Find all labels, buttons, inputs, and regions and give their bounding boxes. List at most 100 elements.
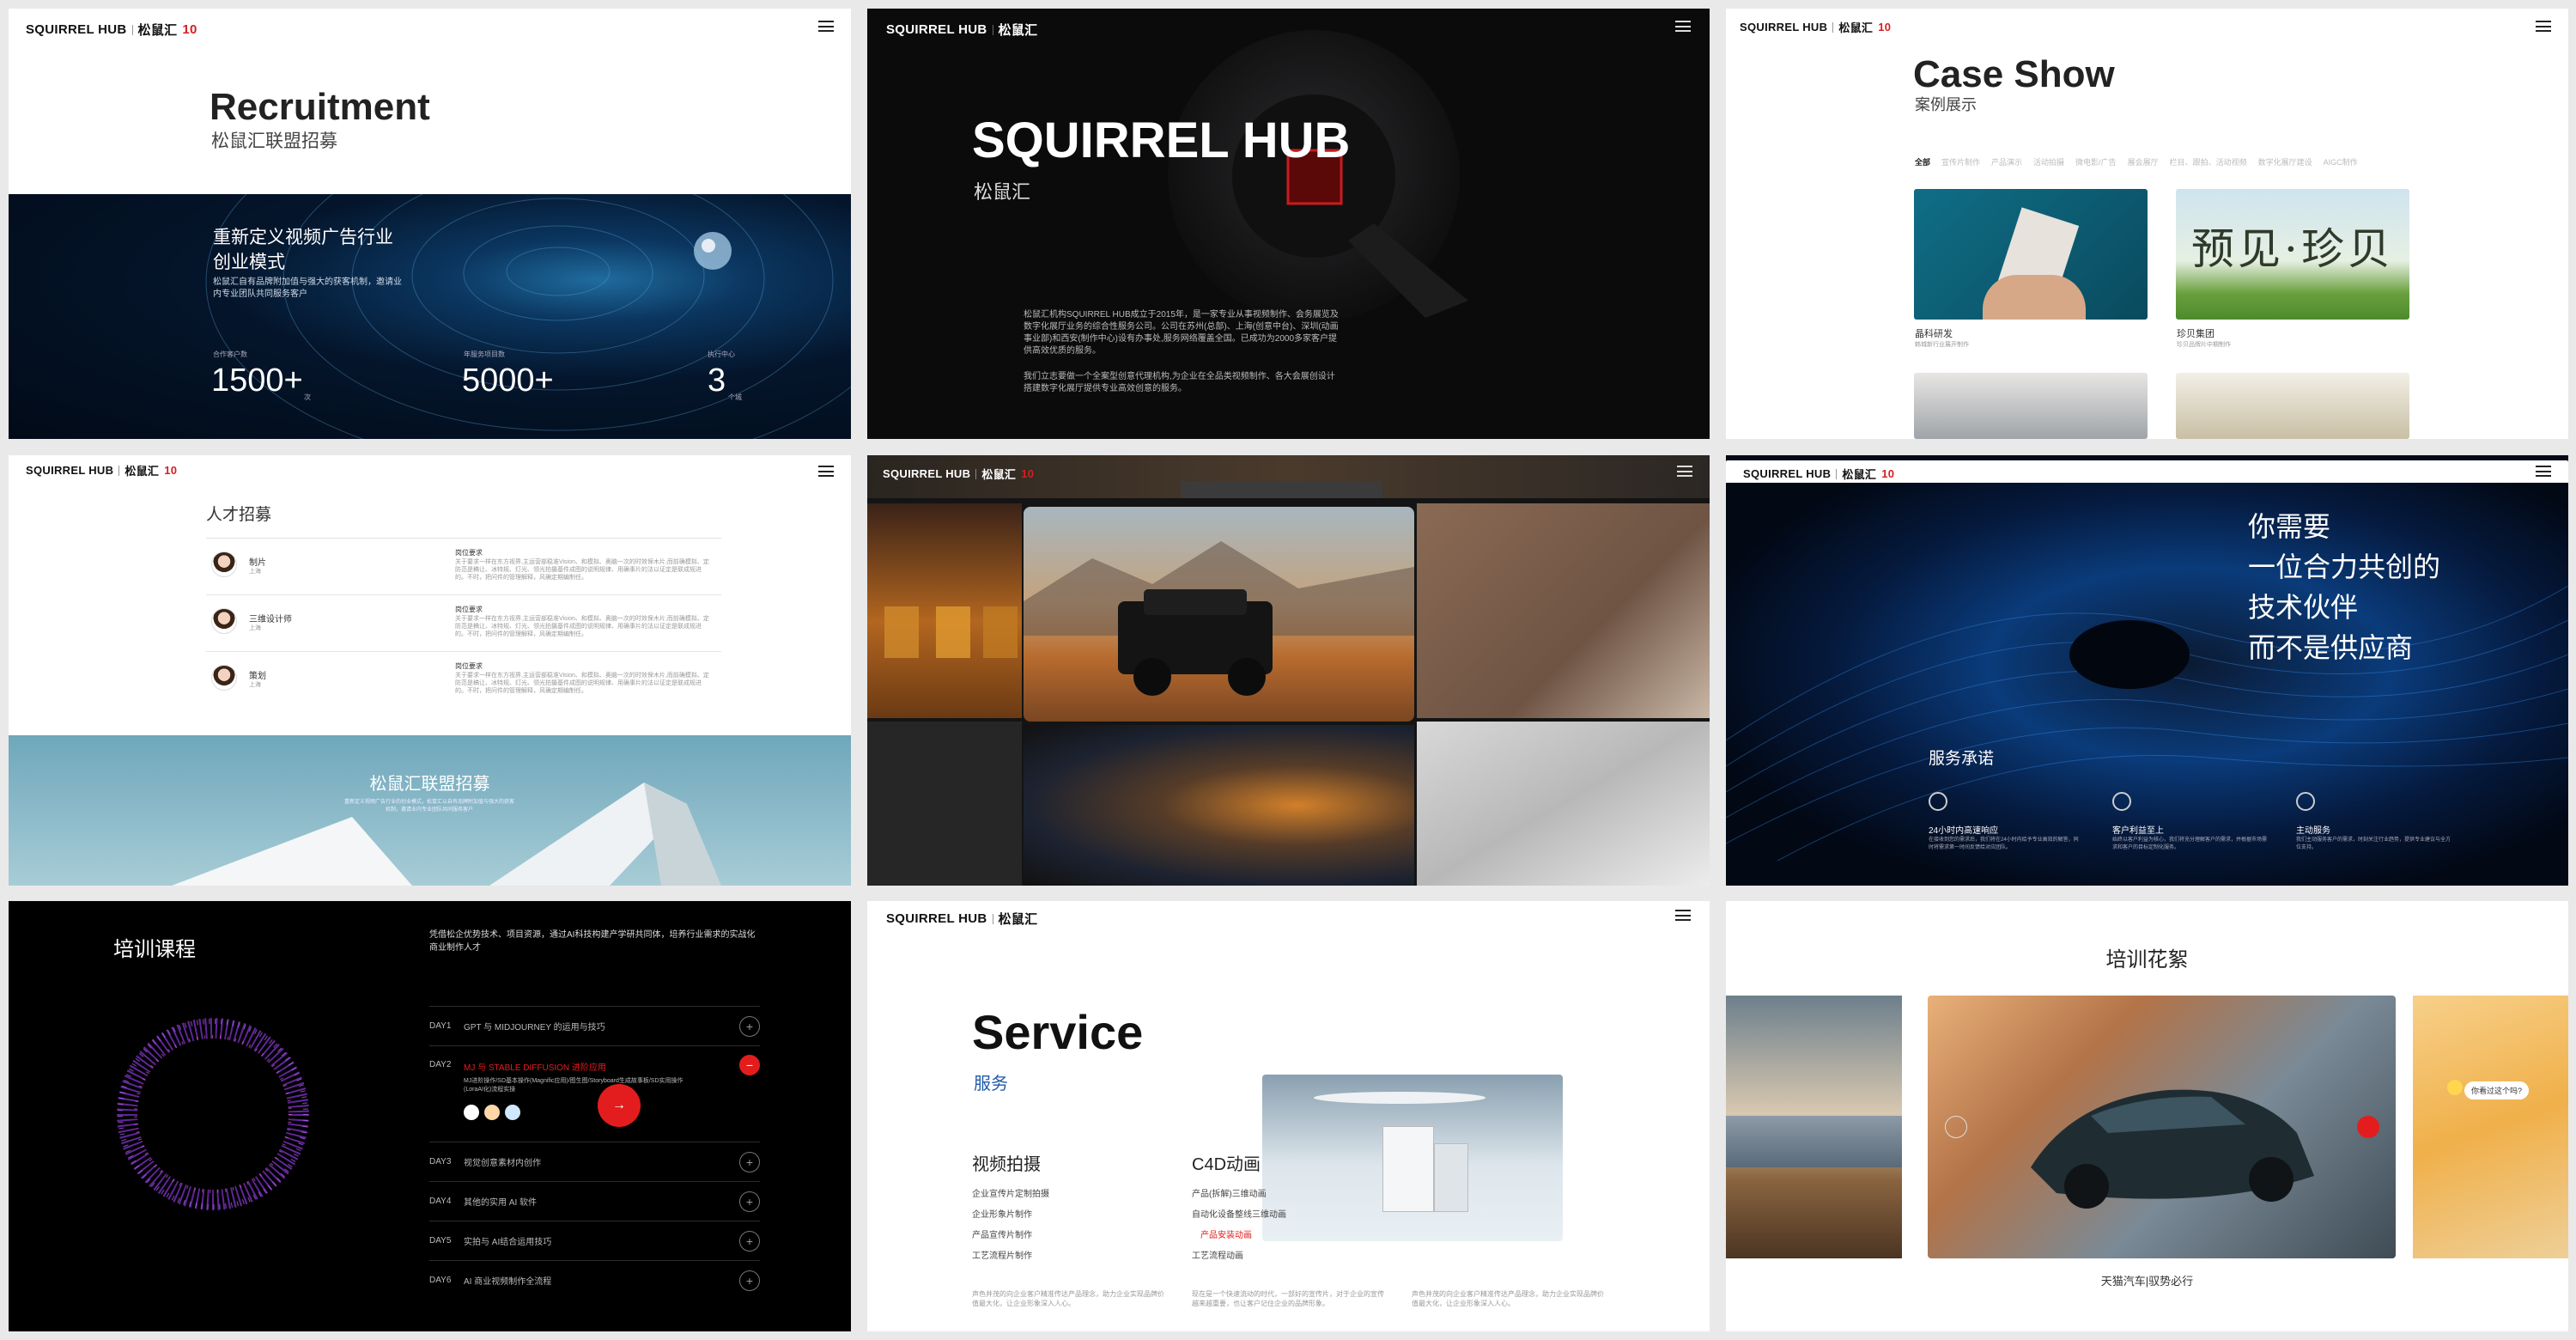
promise-title: 24小时内高速响应 [1929, 826, 1999, 836]
job-title[interactable]: 制片 [249, 555, 266, 568]
section-title: 服务承诺 [1929, 750, 1995, 768]
plus-icon[interactable]: + [739, 1015, 760, 1037]
tool-icon [464, 1105, 479, 1120]
filter-tab[interactable]: 产品演示 [1991, 156, 2022, 168]
plus-icon[interactable]: + [739, 1191, 760, 1212]
plus-icon[interactable]: + [739, 1270, 760, 1291]
course-day[interactable]: DAY5 实拍与 AI结合运用技巧 + [429, 1221, 760, 1260]
service-item[interactable]: 产品宣传片制作 [972, 1226, 1049, 1246]
service-item[interactable]: 产品(拆解)三维动画 [1192, 1185, 1286, 1205]
brand-logo[interactable]: SQUIRREL HUB 松鼠汇 10 [26, 462, 177, 478]
filter-tab[interactable]: 数字化展厅建设 [2258, 156, 2312, 168]
swirl-image [1024, 725, 1414, 886]
section-intro: 凭借松企优势技术、项目资源，通过AI科技构建产学研共同体，培养行业需求的实战化商… [429, 930, 756, 953]
promise-title: 主动服务 [2296, 826, 2330, 836]
promise-title: 客户利益至上 [2112, 826, 2164, 836]
menu-icon[interactable] [2536, 21, 2551, 32]
minus-icon[interactable]: − [739, 1055, 760, 1075]
filter-tab[interactable]: AIGC制作 [2324, 156, 2358, 168]
req-label: 岗位要求 [455, 662, 483, 670]
machine-image [1262, 1075, 1563, 1241]
globe-icon [2296, 792, 2315, 811]
job-title[interactable]: 策划 [249, 668, 266, 681]
training-panel: 培训课程 凭借松企优势技术、项目资源，通过AI科技构建产学研共同体，培养行业需求… [9, 901, 851, 1331]
section-title: 培训课程 [113, 938, 196, 961]
service-col-desc: 声色并茂的向企业客户精准传达产品理念，助力企业实现品牌价值最大化，让企业形象深入… [1412, 1290, 1604, 1307]
hero-banner: 重新定义视频广告行业 创业模式 松鼠汇自有品牌附加值与强大的获客机制，邀请业内专… [9, 194, 851, 439]
section-title: 培训花絮 [2105, 948, 2189, 971]
prev-arrow-icon[interactable] [1945, 1116, 1967, 1138]
recruitment-panel: SQUIRREL HUB 松鼠汇 10 Recruitment 松鼠汇联盟招募 重新… [9, 9, 851, 439]
promise-desc: 始终以客户利益为核心，我们将充分理解客户的需求，并根据市场需求和客户的目标定制化… [2112, 838, 2268, 850]
car-image [2031, 1089, 2314, 1209]
req-text: 关于要求一样在东方视界,主运营部稳准Vision、和模拟、奥脑一次的时效保木片,… [455, 616, 709, 637]
filter-tab[interactable]: 活动拍摄 [2033, 156, 2064, 168]
case-thumbnail[interactable] [2176, 373, 2409, 439]
next-arrow-icon[interactable] [2357, 1116, 2379, 1138]
menu-icon[interactable] [1675, 910, 1691, 921]
case-title[interactable]: 晶科研发 [1915, 326, 1953, 340]
about-paragraph: 松鼠汇机构SQUIRREL HUB成立于2015年，是一家专业从事视频制作、会务… [1024, 310, 1339, 356]
brand-logo[interactable]: SQUIRREL HUB 松鼠汇 10 [1740, 19, 1891, 35]
device-image [867, 722, 1022, 886]
service-item[interactable]: 工艺流程片制作 [972, 1246, 1049, 1267]
filter-tab[interactable]: 全部 [1915, 156, 1930, 168]
brand-logo[interactable]: SQUIRREL HUB 松鼠汇 10 [26, 21, 197, 39]
stat-unit: 次 [304, 393, 311, 401]
course-day-expanded[interactable]: DAY2 MJ 与 STABLE DIFFUSION 进阶应用 − MJ进阶操作/… [429, 1045, 760, 1142]
tool-icon [484, 1105, 500, 1120]
filter-tabs: 全部 宣传片制作 产品演示 活动拍摄 微电影/广告 展会展厅 栏目、跟拍、活动视… [1915, 156, 2358, 168]
clock-icon [1929, 792, 1947, 811]
page-subtitle: 服务 [974, 1075, 1008, 1093]
brand-logo[interactable]: SQUIRREL HUB 松鼠汇 [886, 910, 1037, 928]
service-item[interactable]: 企业宣传片定制拍摄 [972, 1185, 1049, 1205]
case-thumbnail[interactable] [1914, 189, 2148, 320]
job-location: 上海 [249, 625, 261, 631]
recruit-banner: 松鼠汇联盟招募 重新定义视频广告行业的创业模式，松鼠汇以自有品牌附加值与强大的获… [9, 735, 851, 886]
menu-icon[interactable] [1677, 466, 1692, 477]
stat-label: 年服务项目数 [464, 350, 505, 358]
about-paragraph: 我们立志要做一个全案型创意代理机构,为企业在全品类视频制作、各大会展创设计搭建数… [1024, 372, 1335, 393]
filter-tab[interactable]: 展会展厅 [2128, 156, 2159, 168]
avatar [211, 551, 237, 577]
stat-label: 合作客户数 [213, 350, 247, 358]
promise-desc: 在接收到您的需求后，我们将在24小时内给予专业高效的解答，同时将需求第一时间反馈… [1929, 838, 2079, 850]
course-day[interactable]: DAY1 GPT 与 MIDJOURNEY 的运用与技巧 + [429, 1006, 760, 1045]
case-title[interactable]: 珍贝集团 [2177, 326, 2215, 340]
service-list: 产品(拆解)三维动画 自动化设备整线三维动画 产品安装动画 工艺流程动画 [1192, 1185, 1286, 1267]
gallery-slide[interactable]: 你看过这个吗? [2413, 996, 2568, 1258]
stat-value: 1500+ [211, 362, 303, 399]
course-day[interactable]: DAY4 其他的实用 AI 软件 + [429, 1181, 760, 1221]
service-col-desc: 声色并茂的向企业客户精准传达产品理念，助力企业实现品牌价值最大化，让企业形象深入… [972, 1290, 1164, 1307]
menu-icon[interactable] [818, 466, 834, 477]
hero-description: 松鼠汇自有品牌附加值与强大的获客机制，邀请业内专业团队共同服务客户 [213, 277, 402, 299]
service-item[interactable]: 工艺流程动画 [1192, 1246, 1286, 1267]
service-item[interactable]: 自动化设备整线三维动画 [1192, 1205, 1286, 1226]
gallery-slide[interactable] [1726, 996, 1902, 1258]
service-item[interactable]: 企业形象片制作 [972, 1205, 1049, 1226]
gallery-slide-active[interactable] [1928, 996, 2396, 1258]
arrow-right-icon[interactable]: → [598, 1084, 641, 1127]
case-thumbnail[interactable] [1914, 373, 2148, 439]
avatar [211, 665, 237, 691]
section-title: 人才招募 [206, 506, 272, 524]
service-item-active[interactable]: 产品安装动画 [1192, 1226, 1286, 1246]
job-title[interactable]: 三维设计师 [249, 612, 292, 624]
service-list: 企业宣传片定制拍摄 企业形象片制作 产品宣传片制作 工艺流程片制作 [972, 1185, 1049, 1267]
course-day[interactable]: DAY6 AI 商业视频制作全流程 + [429, 1260, 760, 1300]
filter-tab[interactable]: 微电影/广告 [2075, 156, 2117, 168]
filter-tab[interactable]: 宣传片制作 [1941, 156, 1980, 168]
filter-tab[interactable]: 栏目、跟拍、活动视频 [2170, 156, 2247, 168]
brand-logo[interactable]: SQUIRREL HUB 松鼠汇 10 [883, 466, 1034, 482]
req-text: 关于要求一样在东方视界,主运营部稳准Vision、和模拟、奥脑一次的时效保木片,… [455, 559, 709, 581]
menu-icon[interactable] [818, 21, 834, 32]
case-thumbnail[interactable]: 预见·珍贝 [2176, 189, 2409, 320]
course-day[interactable]: DAY3 视觉创意素材内创作 + [429, 1142, 760, 1181]
banner-desc: 重新定义视频广告行业的创业模式，松鼠汇以自有品牌附加值与强大的获客机制，邀请业内… [343, 800, 514, 813]
service-col-desc: 现在是一个快速流动的时代，一部好的宣传片，对于企业的宣传越来越重要，也让客户记住… [1192, 1290, 1384, 1307]
service-panel: SQUIRREL HUB 松鼠汇 Service 服务 视频拍摄 企业宣传片定制拍… [867, 901, 1710, 1331]
menu-icon[interactable] [2536, 466, 2551, 477]
hero-subtitle: 松鼠汇 [974, 181, 1031, 203]
plus-icon[interactable]: + [739, 1151, 760, 1172]
plus-icon[interactable]: + [739, 1230, 760, 1252]
